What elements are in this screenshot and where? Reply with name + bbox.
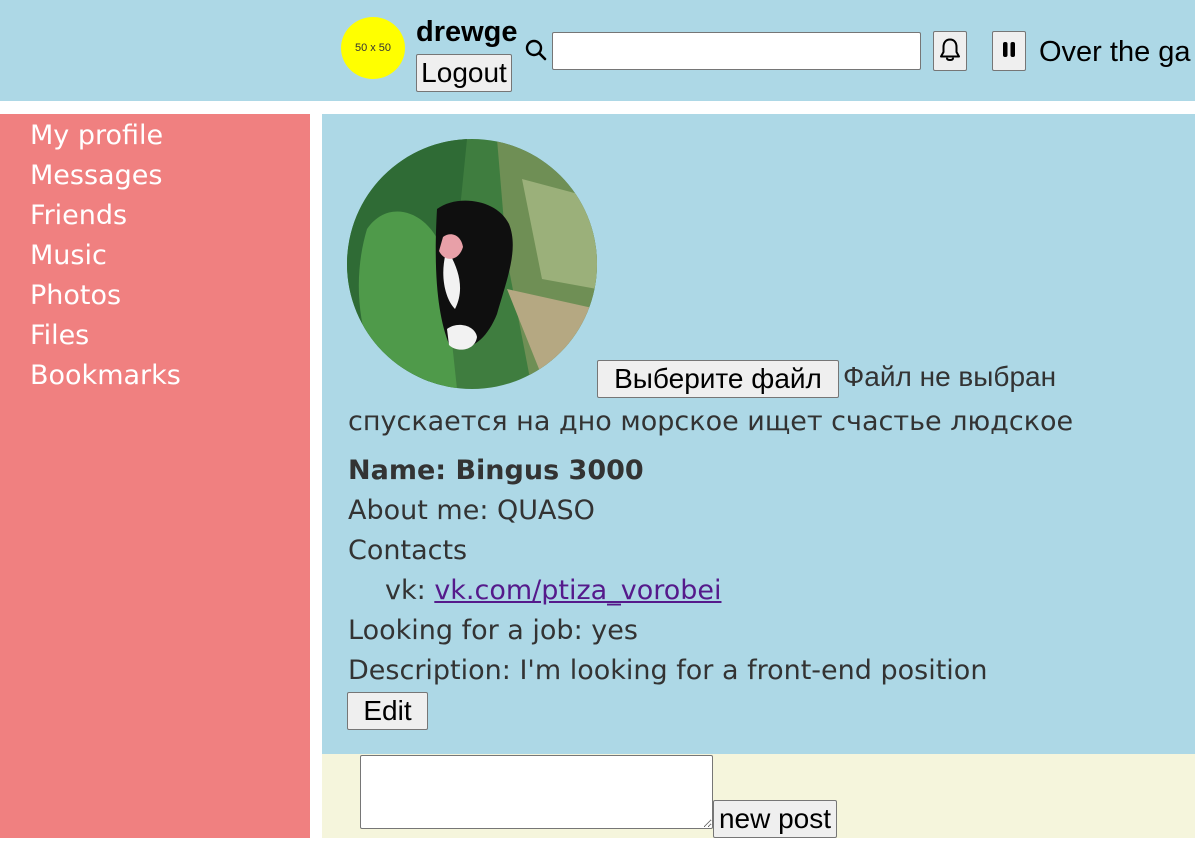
new-post-button[interactable]: new post [713,800,837,838]
looking-for-job: Looking for a job: yes [348,615,638,646]
choose-file-button[interactable]: Выберите файл [597,360,839,398]
search-input[interactable] [552,32,921,70]
pause-icon [1001,41,1017,61]
sidebar-item-photos[interactable]: Photos [30,276,121,316]
job-description: Description: I'm looking for a front-end… [348,655,988,686]
profile-name: Name: Bingus 3000 [348,455,644,486]
notifications-button[interactable] [933,31,967,71]
sidebar: My profile Messages Friends Music Photos… [0,114,310,838]
contacts-heading: Contacts [348,535,468,566]
sidebar-item-music[interactable]: Music [30,236,107,276]
avatar: 50 x 50 [341,17,405,79]
profile-section: Выберите файл Файл не выбран спускается … [322,114,1195,754]
new-post-textarea[interactable] [360,755,713,829]
now-playing-title: Over the ga [1039,36,1191,68]
sidebar-item-files[interactable]: Files [30,316,89,356]
header: 50 x 50 drewge Logout Over the ga [0,0,1195,101]
avatar-placeholder-text: 50 x 50 [354,42,392,54]
username: drewge [416,16,518,48]
edit-button[interactable]: Edit [347,692,428,730]
contact-vk: vk: vk.com/ptiza_vorobei [385,571,722,611]
sidebar-item-my-profile[interactable]: My profile [30,116,163,156]
contact-vk-label: vk: [385,575,426,606]
logout-button[interactable]: Logout [416,54,512,92]
sidebar-item-bookmarks[interactable]: Bookmarks [30,356,181,396]
profile-photo [347,139,597,389]
contact-vk-link[interactable]: vk.com/ptiza_vorobei [434,575,721,606]
profile-about: About me: QUASO [348,495,595,526]
posts-section: new post [322,754,1195,838]
pause-button[interactable] [992,31,1026,71]
file-status: Файл не выбран [843,361,1057,392]
bell-icon [938,37,962,65]
sidebar-item-friends[interactable]: Friends [30,196,127,236]
sidebar-item-messages[interactable]: Messages [30,156,162,196]
profile-status[interactable]: спускается на дно морское ищет счастье л… [348,402,1073,442]
search-icon [524,38,548,62]
